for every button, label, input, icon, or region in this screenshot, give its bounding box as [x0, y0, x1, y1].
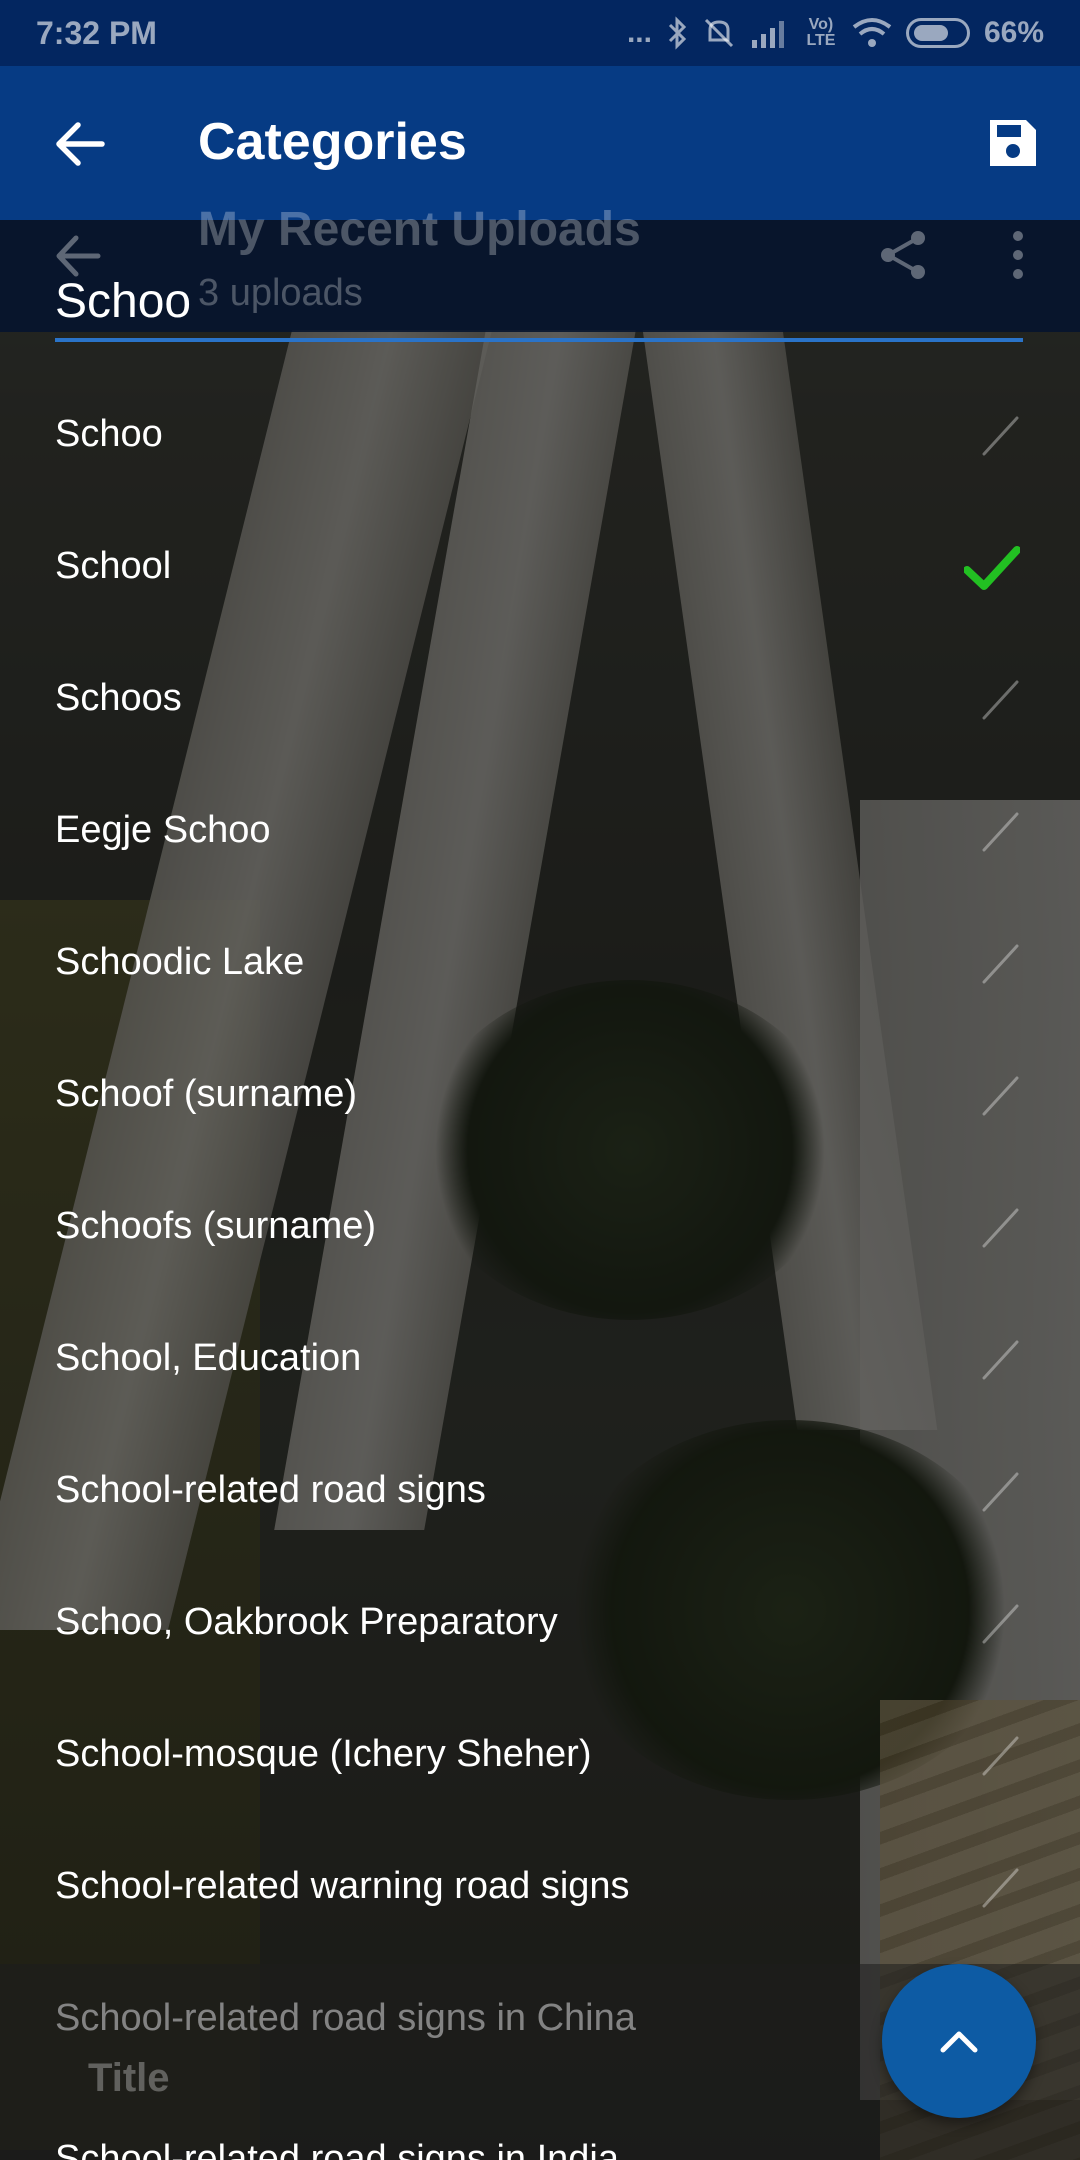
checkmark-icon[interactable] — [964, 412, 1020, 460]
category-row[interactable]: Schoof (surname) — [0, 1028, 1080, 1160]
mute-icon — [704, 18, 734, 48]
more-notifications-icon: ... — [626, 16, 652, 49]
checkmark-selected-icon[interactable] — [964, 544, 1020, 592]
signal-icon — [751, 21, 784, 48]
checkmark-icon[interactable] — [964, 808, 1020, 856]
list-item[interactable]: School-related road signs in India — [55, 2128, 619, 2160]
category-label: Schoo — [55, 412, 163, 455]
checkmark-icon[interactable] — [964, 1732, 1020, 1780]
category-row[interactable]: School-related warning road signs — [0, 1820, 1080, 1952]
checkmark-icon[interactable] — [964, 1072, 1020, 1120]
category-list: Schoo School Schoos Eegje Schoo Schoodic Lak… — [0, 368, 1080, 2084]
category-label: School-mosque (Ichery Sheher) — [55, 1732, 592, 1775]
category-label: School-related warning road signs — [55, 1864, 630, 1907]
category-label: School, Education — [55, 1336, 362, 1379]
category-label: Schoof (surname) — [55, 1072, 358, 1115]
category-row[interactable]: Schoofs (surname) — [0, 1160, 1080, 1292]
status-bar: 7:32 PM ... Vo) LTE 66% — [0, 0, 1080, 66]
wifi-icon — [852, 18, 892, 47]
category-row[interactable]: School-mosque (Ichery Sheher) — [0, 1688, 1080, 1820]
save-icon[interactable] — [986, 116, 1040, 170]
category-row[interactable]: School-related road signs — [0, 1424, 1080, 1556]
app-bar: Categories — [0, 66, 1080, 220]
category-label: Schoos — [55, 676, 182, 719]
volte-icon: Vo) LTE — [806, 16, 836, 49]
checkmark-icon[interactable] — [964, 1600, 1020, 1648]
category-search-input[interactable] — [55, 270, 1023, 342]
checkmark-icon[interactable] — [964, 1204, 1020, 1252]
category-row[interactable]: School, Education — [0, 1292, 1080, 1424]
category-row[interactable]: School — [0, 500, 1080, 632]
underlying-title-label: Title — [88, 2056, 170, 2100]
battery-percent: 66% — [983, 16, 1044, 49]
checkmark-icon[interactable] — [964, 1864, 1020, 1912]
category-row[interactable]: Eegje Schoo — [0, 764, 1080, 896]
page-title: Categories — [198, 113, 467, 171]
category-label: School-related road signs — [55, 1468, 486, 1511]
category-label: Schoo, Oakbrook Preparatory — [55, 1600, 558, 1643]
bluetooth-icon — [668, 16, 687, 50]
underlying-title: My Recent Uploads — [198, 203, 641, 256]
chevron-up-icon — [940, 2031, 978, 2053]
checkmark-icon[interactable] — [964, 940, 1020, 988]
checkmark-icon[interactable] — [964, 1468, 1020, 1516]
scroll-up-button[interactable] — [882, 1964, 1036, 2118]
category-label: Eegje Schoo — [55, 808, 271, 851]
checkmark-icon[interactable] — [964, 1336, 1020, 1384]
arrow-back-icon[interactable] — [52, 116, 108, 172]
status-time: 7:32 PM — [36, 14, 157, 51]
category-label: Schoodic Lake — [55, 940, 305, 983]
category-row[interactable]: Schoo — [0, 368, 1080, 500]
category-label: Schoofs (surname) — [55, 1204, 377, 1247]
category-row[interactable]: Schoos — [0, 632, 1080, 764]
category-row[interactable]: Schoo, Oakbrook Preparatory — [0, 1556, 1080, 1688]
category-row[interactable]: Schoodic Lake — [0, 896, 1080, 1028]
category-label: School — [55, 544, 172, 587]
checkmark-icon[interactable] — [964, 676, 1020, 724]
battery-icon — [905, 18, 970, 48]
